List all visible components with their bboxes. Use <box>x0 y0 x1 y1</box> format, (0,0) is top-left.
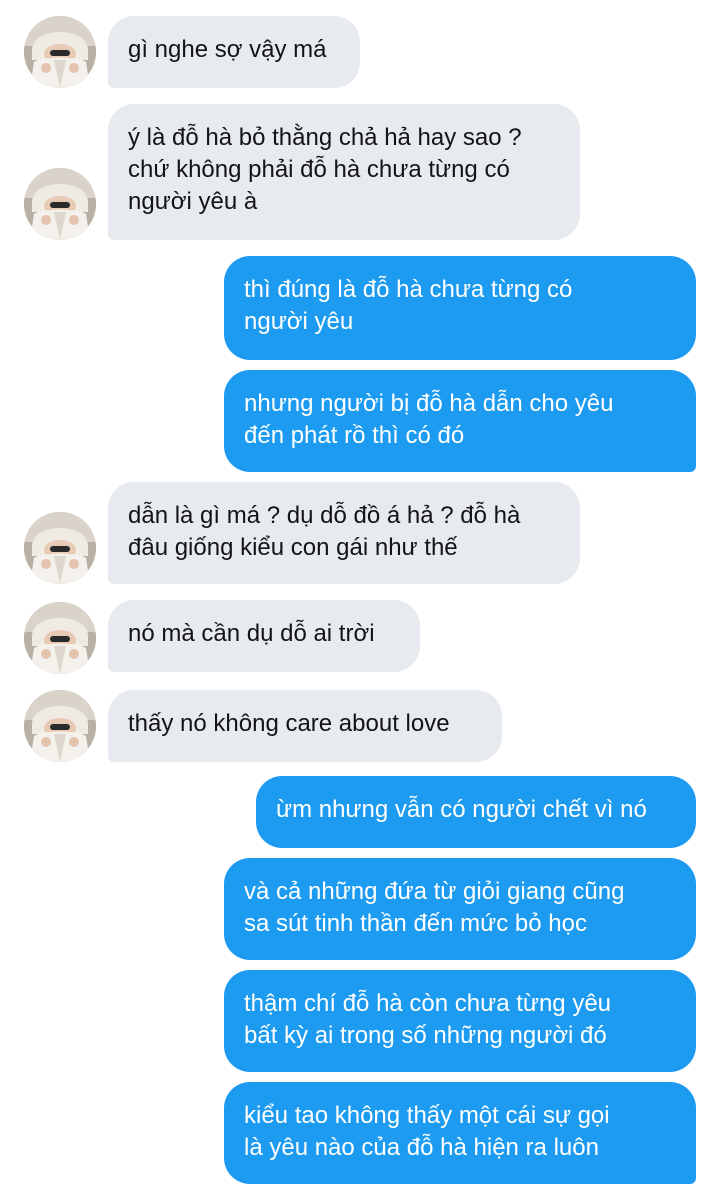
message-bubble[interactable]: nó mà cần dụ dỗ ai trời <box>108 600 420 672</box>
avatar-photo-icon[interactable] <box>24 602 96 674</box>
message-bubble[interactable]: và cả những đứa từ giỏi giang cũng sa sú… <box>224 858 696 960</box>
message-bubble[interactable]: thấy nó không care about love <box>108 690 502 762</box>
message-bubble[interactable]: thậm chí đỗ hà còn chưa từng yêu bất kỳ … <box>224 970 696 1072</box>
message-bubble[interactable]: gì nghe sợ vậy má <box>108 16 360 88</box>
avatar-photo-icon[interactable] <box>24 168 96 240</box>
message-bubble[interactable]: nhưng người bị đỗ hà dẫn cho yêu đến phá… <box>224 370 696 472</box>
message-bubble[interactable]: thì đúng là đỗ hà chưa từng có người yêu <box>224 256 696 360</box>
avatar-photo-icon[interactable] <box>24 16 96 88</box>
message-bubble[interactable]: ừm nhưng vẫn có người chết vì nó <box>256 776 696 848</box>
chat-thread: gì nghe sợ vậy má ý là đỗ hà bỏ thằng ch… <box>0 0 720 1190</box>
avatar-photo-icon[interactable] <box>24 690 96 762</box>
message-bubble[interactable]: kiểu tao không thấy một cái sự gọi là yê… <box>224 1082 696 1184</box>
message-bubble[interactable]: dẫn là gì má ? dụ dỗ đồ á hả ? đỗ hà đâu… <box>108 482 580 584</box>
message-bubble[interactable]: ý là đỗ hà bỏ thằng chả hả hay sao ? chứ… <box>108 104 580 240</box>
avatar-photo-icon[interactable] <box>24 512 96 584</box>
